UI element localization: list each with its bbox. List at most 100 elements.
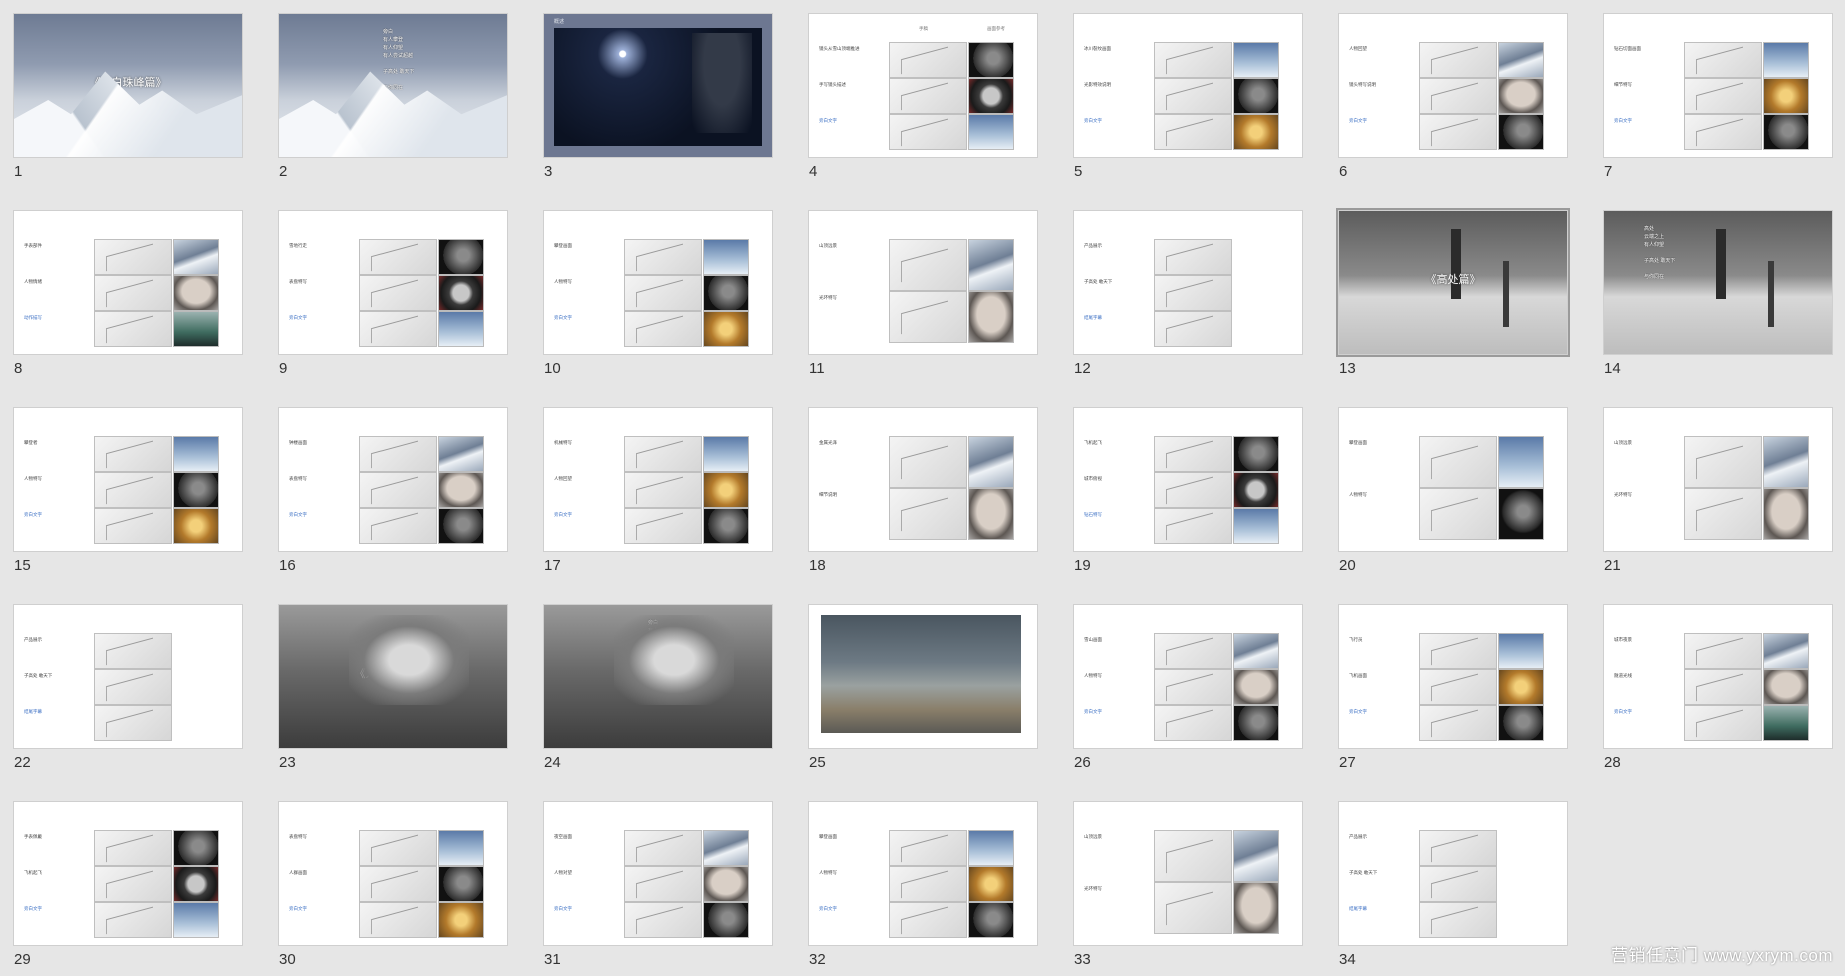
slide-18-thumbnail[interactable]: 金属光泽 细节说明 bbox=[808, 407, 1038, 552]
storyboard-sketch bbox=[1154, 669, 1232, 705]
shot-description-text: 旁白文字 bbox=[289, 906, 307, 911]
slide-number: 24 bbox=[544, 754, 561, 771]
slide-narration-text: 旁白 有人攀登 有人仰望 有人尝试超越 子高处 敢天下 与你同在 bbox=[383, 29, 415, 91]
storyboard-sketch bbox=[1154, 633, 1232, 669]
reference-photo bbox=[1233, 78, 1279, 114]
slide-33-thumbnail[interactable]: 山顶远景 光环特写 bbox=[1073, 801, 1303, 946]
slide-number: 3 bbox=[544, 163, 553, 180]
slide-34-thumbnail[interactable]: 产品展示 子高处 敢天下 结尾字幕 bbox=[1338, 801, 1568, 946]
slide-16-thumbnail[interactable]: 钟楼画面 表盘特写 旁白文字 bbox=[278, 407, 508, 552]
slide-number: 29 bbox=[14, 951, 31, 968]
slide-number: 15 bbox=[14, 557, 31, 574]
slide-24-thumbnail[interactable]: 旁白 有人建造 有人仰望 子高处 敢天下 与你同在 bbox=[543, 604, 773, 749]
storyboard-sketch bbox=[94, 472, 172, 508]
reference-photo bbox=[438, 311, 484, 347]
reference-photo bbox=[173, 508, 219, 544]
slide-9-thumbnail[interactable]: 雪地行走 表盘特写 旁白文字 bbox=[278, 210, 508, 355]
slide-thumbnail-cell: 镜头从雪山顶端推进 手写镜头描述 旁白文字 手稿 画面参考 4 bbox=[808, 13, 1038, 188]
storyboard-sketch bbox=[94, 436, 172, 472]
slide-29-thumbnail[interactable]: 手表佩戴 飞机起飞 旁白文字 bbox=[13, 801, 243, 946]
column-header-sketch: 手稿 bbox=[919, 26, 928, 31]
slide-28-thumbnail[interactable]: 城市夜景 隧道光线 旁白文字 bbox=[1603, 604, 1833, 749]
shot-description-text: 人群画面 bbox=[289, 870, 307, 875]
slide-17-thumbnail[interactable]: 机械特写 人物回望 旁白文字 bbox=[543, 407, 773, 552]
slide-27-thumbnail[interactable]: 飞行员 飞机画面 旁白文字 bbox=[1338, 604, 1568, 749]
slide-4-thumbnail[interactable]: 镜头从雪山顶端推进 手写镜头描述 旁白文字 手稿 画面参考 bbox=[808, 13, 1038, 158]
shot-description-text: 手表佩戴 bbox=[24, 834, 42, 839]
reference-photo bbox=[1233, 830, 1279, 882]
storyboard-sketch bbox=[624, 508, 702, 544]
slide-26-thumbnail[interactable]: 雪山画面 人物特写 旁白文字 bbox=[1073, 604, 1303, 749]
slide-2-thumbnail[interactable]: 旁白 有人攀登 有人仰望 有人尝试超越 子高处 敢天下 与你同在 bbox=[278, 13, 508, 158]
slide-thumbnail-cell: 山顶远景 光环特写 11 bbox=[808, 210, 1038, 385]
storyboard-sketch bbox=[624, 472, 702, 508]
reference-photo bbox=[1498, 114, 1544, 150]
slide-thumbnail-cell: 产品展示 子高处 敢天下 结尾字幕 34 bbox=[1338, 801, 1568, 976]
storyboard-sketch bbox=[1154, 78, 1232, 114]
shot-description-text: 飞行员 bbox=[1349, 637, 1363, 642]
shot-description-text: 山顶远景 bbox=[819, 243, 837, 248]
shot-description-text: 夜空画面 bbox=[554, 834, 572, 839]
slide-32-thumbnail[interactable]: 攀登画面 人物特写 旁白文字 bbox=[808, 801, 1038, 946]
slide-number: 12 bbox=[1074, 360, 1091, 377]
reference-photo bbox=[1498, 436, 1544, 488]
slide-13-thumbnail[interactable]: 《高处篇》 bbox=[1336, 208, 1570, 357]
slide-thumbnail-cell: 雪山画面 人物特写 旁白文字 26 bbox=[1073, 604, 1303, 779]
reference-photo bbox=[438, 902, 484, 938]
reference-photo bbox=[438, 830, 484, 866]
slide-number: 17 bbox=[544, 557, 561, 574]
storyboard-sketch bbox=[1419, 902, 1497, 938]
slide-30-thumbnail[interactable]: 表盘特写 人群画面 旁白文字 bbox=[278, 801, 508, 946]
slide-thumbnail-cell: 手表部件 人物情绪 动作描写 8 bbox=[13, 210, 243, 385]
shot-description-text: 人物特写 bbox=[819, 870, 837, 875]
shot-description-text: 钟楼画面 bbox=[289, 440, 307, 445]
slide-14-thumbnail[interactable]: 高处 云端之上 有人仰望 子高处 敢天下 与你同在 bbox=[1603, 210, 1833, 355]
shot-description-text: 子高处 敢天下 bbox=[1349, 870, 1378, 875]
slide-number: 10 bbox=[544, 360, 561, 377]
storm-landscape-image bbox=[821, 615, 1021, 733]
storyboard-sketch bbox=[624, 311, 702, 347]
reference-photo bbox=[1233, 669, 1279, 705]
slide-number: 25 bbox=[809, 754, 826, 771]
slide-20-thumbnail[interactable]: 攀登画面 人物特写 bbox=[1338, 407, 1568, 552]
reference-photo bbox=[1233, 508, 1279, 544]
slide-22-thumbnail[interactable]: 产品展示 子高处 敢天下 结尾字幕 bbox=[13, 604, 243, 749]
slide-thumbnail-cell: 手表佩戴 飞机起飞 旁白文字 29 bbox=[13, 801, 243, 976]
shot-description-text: 飞机起飞 bbox=[1084, 440, 1102, 445]
storyboard-sketch bbox=[889, 436, 967, 488]
slide-25-thumbnail[interactable] bbox=[808, 604, 1038, 749]
reference-photo bbox=[968, 78, 1014, 114]
storyboard-sketch bbox=[1684, 436, 1762, 488]
reference-photo bbox=[1498, 42, 1544, 78]
slide-7-thumbnail[interactable]: 钻石切面画面 细节特写 旁白文字 bbox=[1603, 13, 1833, 158]
slide-3-thumbnail[interactable]: 概述 bbox=[543, 13, 773, 158]
slide-5-thumbnail[interactable]: 冰川裂纹画面 光影特效说明 旁白文字 bbox=[1073, 13, 1303, 158]
shot-description-text: 镜头从雪山顶端推进 bbox=[819, 46, 860, 51]
shot-description-text: 旁白文字 bbox=[819, 118, 837, 123]
slide-19-thumbnail[interactable]: 飞机起飞 城市俯视 钻石特写 bbox=[1073, 407, 1303, 552]
shot-description-text: 金属光泽 bbox=[819, 440, 837, 445]
reference-photo bbox=[703, 830, 749, 866]
slide-31-thumbnail[interactable]: 夜空画面 人物对望 旁白文字 bbox=[543, 801, 773, 946]
slide-8-thumbnail[interactable]: 手表部件 人物情绪 动作描写 bbox=[13, 210, 243, 355]
slide-number: 19 bbox=[1074, 557, 1091, 574]
storyboard-sketch bbox=[889, 488, 967, 540]
shot-description-text: 攀登画面 bbox=[554, 243, 572, 248]
slide-15-thumbnail[interactable]: 攀登者 人物特写 旁白文字 bbox=[13, 407, 243, 552]
slide-21-thumbnail[interactable]: 山顶远景 光环特写 bbox=[1603, 407, 1833, 552]
reference-photo bbox=[1498, 669, 1544, 705]
storyboard-sketch bbox=[889, 902, 967, 938]
storyboard-sketch bbox=[624, 436, 702, 472]
slide-23-thumbnail[interactable]: 《为高而生篇》 bbox=[278, 604, 508, 749]
shot-description-text: 手写镜头描述 bbox=[819, 82, 846, 87]
slide-1-thumbnail[interactable]: 《顶白珠峰篇》 bbox=[13, 13, 243, 158]
storyboard-sketch bbox=[889, 78, 967, 114]
watermark-text: 营销任意门 www.yxrym.com bbox=[1611, 946, 1833, 965]
slide-6-thumbnail[interactable]: 人物回望 镜头特写说明 旁白文字 bbox=[1338, 13, 1568, 158]
storyboard-sketch bbox=[1154, 436, 1232, 472]
slide-11-thumbnail[interactable]: 山顶远景 光环特写 bbox=[808, 210, 1038, 355]
slide-10-thumbnail[interactable]: 攀登画面 人物特写 旁白文字 bbox=[543, 210, 773, 355]
shot-description-text: 人物对望 bbox=[554, 870, 572, 875]
storyboard-sketch bbox=[1154, 472, 1232, 508]
slide-12-thumbnail[interactable]: 产品展示 子高处 敢天下 结尾字幕 bbox=[1073, 210, 1303, 355]
